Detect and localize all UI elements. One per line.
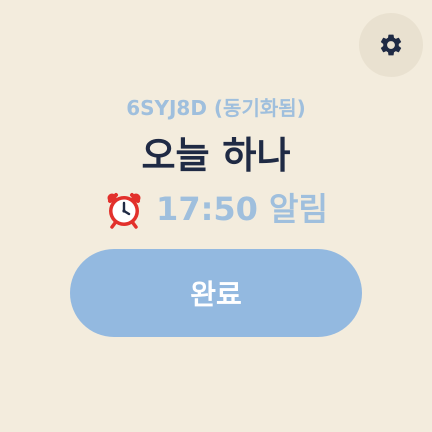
done-button[interactable]: 완료 xyxy=(70,249,362,337)
gear-icon xyxy=(380,34,402,56)
page-title: 오늘 하나 xyxy=(141,134,291,177)
alarm-time-text: 17:50 알림 xyxy=(156,190,328,228)
alarm-clock-icon xyxy=(107,193,141,229)
alarm-row: 17:50 알림 xyxy=(0,186,432,232)
sync-code-label: 6SYJ8D (동기화됨) xyxy=(126,96,306,120)
settings-button[interactable] xyxy=(359,13,423,77)
